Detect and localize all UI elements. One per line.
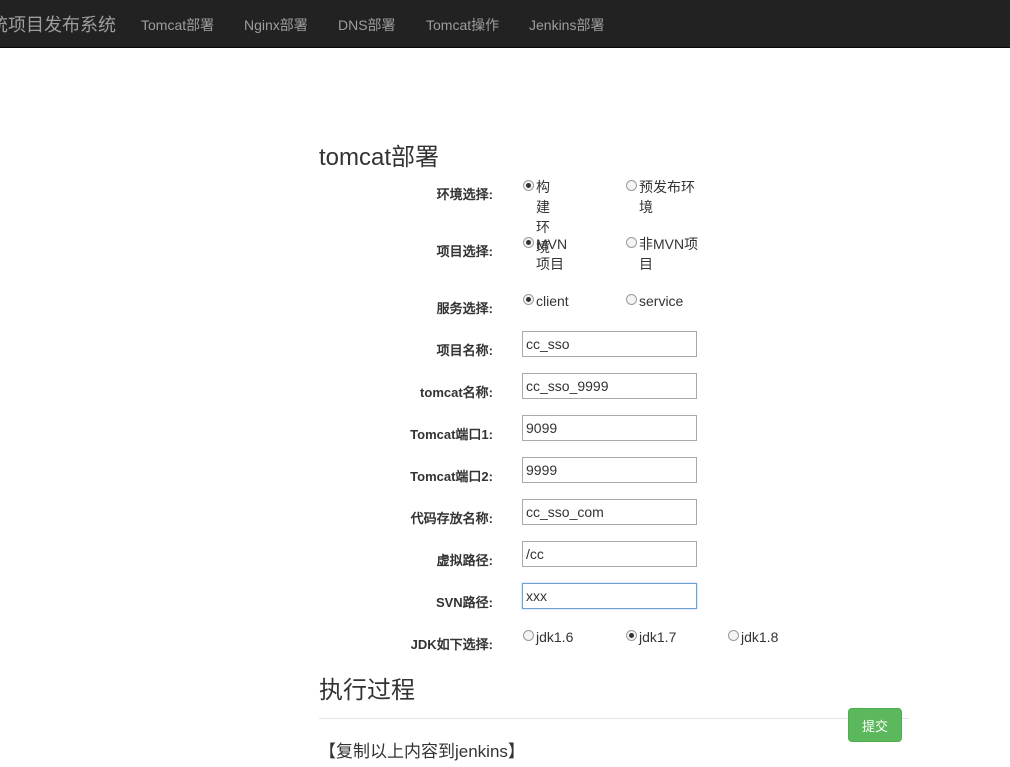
radio-button[interactable] — [626, 237, 637, 248]
execution-output-text: 【复制以上内容到jenkins】 — [319, 742, 525, 761]
project-name-label: 项目名称: — [436, 343, 493, 358]
form-title: tomcat部署 — [319, 144, 440, 171]
radio-service-service-label: service — [639, 293, 684, 309]
radio-project-mvn-label: MVN项目 — [536, 236, 568, 272]
project-type-label: 项目选择: — [436, 244, 493, 259]
nav-link-nginx-deploy[interactable]: Nginx部署 — [244, 15, 308, 35]
tomcat-name-input[interactable] — [522, 373, 697, 399]
code-storage-name-input[interactable] — [522, 499, 697, 525]
virtual-path-label: 虚拟路径: — [436, 553, 493, 568]
radio-project-non-mvn-label: 非MVN项目 — [639, 236, 699, 272]
tomcat-port1-input[interactable] — [522, 415, 697, 441]
radio-button-checked[interactable] — [523, 294, 534, 305]
radio-env-prerelease-label: 预发布环境 — [639, 179, 695, 215]
radio-service-client-label: client — [536, 293, 569, 309]
brand-title[interactable]: 统项目发布系统 — [0, 11, 116, 37]
nav-link-dns-deploy[interactable]: DNS部署 — [338, 15, 396, 35]
submit-button[interactable]: 提交 — [848, 708, 902, 742]
section-divider — [319, 718, 909, 719]
svn-path-input[interactable] — [522, 583, 697, 609]
jdk-label: JDK如下选择: — [410, 637, 493, 652]
nav-link-jenkins-deploy[interactable]: Jenkins部署 — [529, 15, 604, 35]
radio-button[interactable] — [523, 630, 534, 641]
nav-link-tomcat-operation[interactable]: Tomcat操作 — [426, 15, 499, 35]
tomcat-port2-input[interactable] — [522, 457, 697, 483]
radio-jdk17-label: jdk1.7 — [639, 629, 677, 645]
code-storage-name-label: 代码存放名称: — [410, 511, 493, 526]
radio-button[interactable] — [728, 630, 739, 641]
svn-path-label: SVN路径: — [435, 595, 493, 610]
project-name-input[interactable] — [522, 331, 697, 357]
tomcat-name-label: tomcat名称: — [420, 385, 493, 400]
tomcat-port1-label: Tomcat端口1: — [410, 427, 493, 442]
radio-jdk16-label: jdk1.6 — [536, 629, 574, 645]
radio-button[interactable] — [626, 180, 637, 191]
environment-label: 环境选择: — [436, 187, 493, 202]
radio-jdk18-label: jdk1.8 — [741, 629, 779, 645]
radio-button-checked[interactable] — [626, 630, 637, 641]
radio-button[interactable] — [626, 294, 637, 305]
radio-button-checked[interactable] — [523, 237, 534, 248]
top-navbar: 统项目发布系统 Tomcat部署 Nginx部署 DNS部署 Tomcat操作 … — [0, 0, 1010, 48]
nav-link-tomcat-deploy[interactable]: Tomcat部署 — [141, 15, 214, 35]
radio-button-checked[interactable] — [523, 180, 534, 191]
virtual-path-input[interactable] — [522, 541, 697, 567]
execution-title: 执行过程 — [319, 677, 415, 704]
service-label: 服务选择: — [436, 301, 493, 316]
tomcat-port2-label: Tomcat端口2: — [410, 469, 493, 484]
